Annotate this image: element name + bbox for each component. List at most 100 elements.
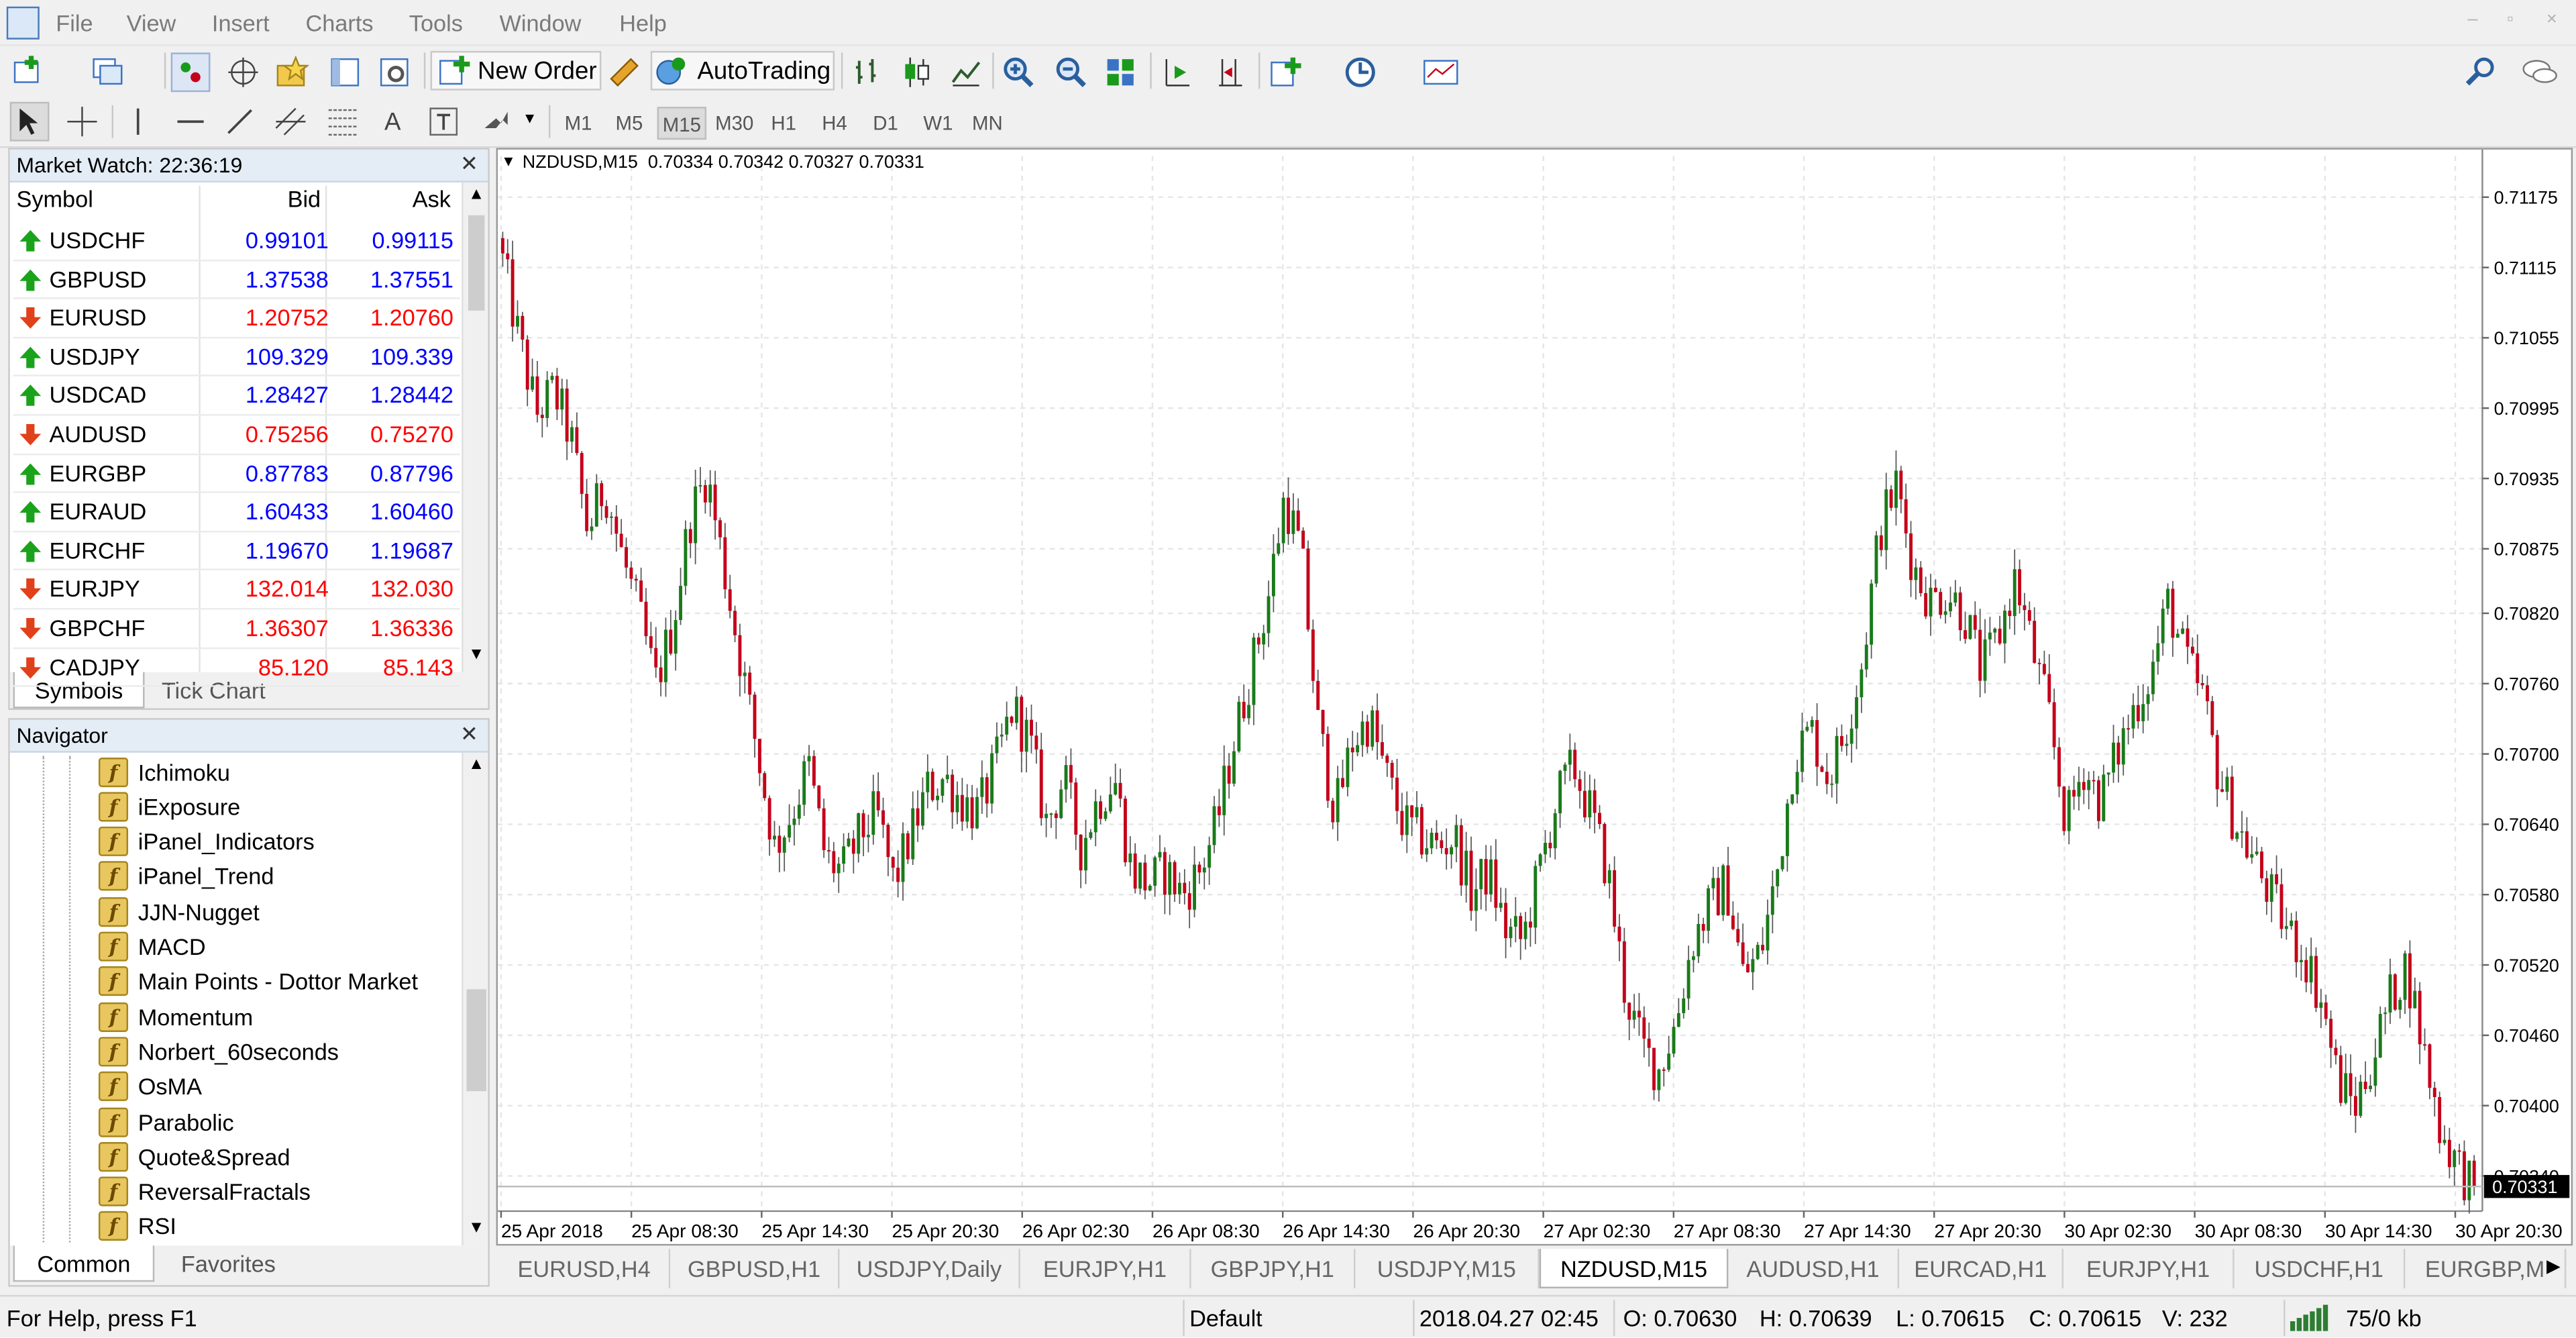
chart-tab[interactable]: USDCHF,H1: [2235, 1249, 2406, 1289]
equidistant-channel-icon[interactable]: [270, 102, 313, 142]
navigator-indicator-item[interactable]: f OsMA: [98, 1070, 202, 1104]
zoom-out-icon[interactable]: [1051, 52, 1091, 92]
close-icon[interactable]: ×: [2546, 10, 2557, 30]
price-chart[interactable]: 0.71175 0.71115 0.71055 0.70995 0.70935 0.708…: [498, 149, 2571, 1244]
navigator-indicator-item[interactable]: f Quote&Spread: [98, 1139, 290, 1174]
cursor-icon[interactable]: [9, 101, 50, 142]
app-icon[interactable]: [6, 6, 40, 40]
indicators-icon[interactable]: [1265, 52, 1305, 92]
navigator-indicator-item[interactable]: f Norbert_60seconds: [98, 1034, 339, 1068]
market-watch-close-icon[interactable]: ✕: [460, 151, 478, 177]
navigator-indicator-item[interactable]: f iPanel_Trend: [98, 860, 274, 894]
new-order-button[interactable]: New Order: [430, 50, 602, 91]
market-watch-icon[interactable]: [170, 52, 211, 93]
market-watch-row[interactable]: CADJPY 85.120 85.143: [13, 648, 460, 688]
menu-view[interactable]: View: [127, 10, 176, 36]
search-icon[interactable]: [2461, 52, 2501, 92]
restore-icon[interactable]: ▫: [2507, 10, 2514, 30]
market-watch-row[interactable]: GBPUSD 1.37538 1.37551: [13, 260, 460, 300]
market-watch-row[interactable]: EURJPY 132.014 132.030: [13, 571, 460, 610]
navigator-indicator-item[interactable]: f iExposure: [98, 789, 240, 823]
profiles-icon[interactable]: [89, 52, 125, 89]
menu-insert[interactable]: Insert: [212, 10, 270, 36]
chart-tab[interactable]: EURCAD,H1: [1899, 1249, 2063, 1289]
timeframe-m1[interactable]: M1: [555, 107, 602, 140]
timeframe-w1[interactable]: W1: [915, 107, 961, 140]
line-chart-icon[interactable]: [947, 52, 986, 92]
auto-scroll-icon[interactable]: [1157, 52, 1196, 92]
fibonacci-icon[interactable]: [322, 102, 365, 142]
market-watch-row[interactable]: USDCHF 0.99101 0.99115: [13, 222, 460, 261]
timeframe-m30[interactable]: M30: [710, 107, 759, 140]
periods-icon[interactable]: [1340, 52, 1380, 92]
market-watch-row[interactable]: EURUSD 1.20752 1.20760: [13, 299, 460, 338]
nav-scroll-down-icon[interactable]: ▼: [468, 1219, 484, 1237]
chart-tab[interactable]: NZDUSD,M15: [1539, 1249, 1729, 1289]
new-chart-icon[interactable]: [10, 52, 46, 89]
nav-scroll-thumb[interactable]: [466, 989, 486, 1092]
navigator-indicator-item[interactable]: f MACD: [98, 929, 206, 964]
market-watch-row[interactable]: USDCAD 1.28427 1.28442: [13, 377, 460, 416]
chart-tab[interactable]: EURJPY,H1: [2063, 1249, 2235, 1289]
bar-chart-icon[interactable]: [848, 52, 888, 92]
nav-scroll-up-icon[interactable]: ▲: [468, 756, 484, 774]
navigator-indicator-item[interactable]: f Ichimoku: [98, 754, 230, 788]
col-symbol[interactable]: Symbol: [16, 186, 93, 212]
chart-shift-icon[interactable]: [1209, 52, 1248, 92]
col-bid[interactable]: Bid: [288, 186, 321, 212]
data-window-icon[interactable]: [223, 52, 263, 92]
market-watch-row[interactable]: GBPCHF 1.36307 1.36336: [13, 610, 460, 649]
chart-tab[interactable]: USDJPY,M15: [1355, 1249, 1540, 1289]
tile-windows-icon[interactable]: [1101, 52, 1140, 92]
horizontal-line-icon[interactable]: [171, 102, 211, 142]
chart-window[interactable]: 0.71175 0.71115 0.71055 0.70995 0.70935 0.708…: [496, 148, 2573, 1246]
timeframe-d1[interactable]: D1: [863, 107, 909, 140]
chart-tab[interactable]: USDJPY,Daily: [839, 1249, 1020, 1289]
trendline-icon[interactable]: [220, 102, 260, 142]
navigator-scrollbar[interactable]: ▲ ▼: [462, 752, 488, 1246]
timeframe-mn[interactable]: MN: [965, 107, 1011, 140]
templates-icon[interactable]: [1419, 52, 1462, 92]
navigator-indicator-item[interactable]: f RSI: [98, 1209, 176, 1243]
market-watch-row[interactable]: EURGBP 0.87783 0.87796: [13, 454, 460, 494]
chart-tab[interactable]: EURUSD,H4: [499, 1249, 671, 1289]
tab-favorites[interactable]: Favorites: [158, 1245, 299, 1282]
scroll-thumb[interactable]: [468, 215, 485, 311]
timeframe-h4[interactable]: H4: [812, 107, 858, 140]
col-ask[interactable]: Ask: [413, 186, 451, 212]
arrows-icon[interactable]: [476, 102, 516, 142]
timeframe-h1[interactable]: H1: [761, 107, 807, 140]
navigator-indicator-item[interactable]: f iPanel_Indicators: [98, 824, 315, 858]
menu-window[interactable]: Window: [499, 10, 581, 36]
tab-common[interactable]: Common: [13, 1245, 155, 1282]
text-icon[interactable]: A: [374, 102, 411, 142]
strategy-tester-icon[interactable]: [374, 52, 414, 92]
timeframe-m15[interactable]: M15: [657, 107, 707, 140]
chart-tab[interactable]: GBPJPY,H1: [1191, 1249, 1356, 1289]
arrows-dropdown-icon[interactable]: ▼: [523, 110, 537, 126]
navigator-indicator-item[interactable]: f JJN-Nugget: [98, 894, 260, 929]
menu-help[interactable]: Help: [619, 10, 667, 36]
market-watch-scrollbar[interactable]: ▲ ▼: [462, 182, 488, 672]
minimize-icon[interactable]: –: [2467, 10, 2477, 30]
market-watch-row[interactable]: EURAUD 1.60433 1.60460: [13, 493, 460, 532]
zoom-in-icon[interactable]: [999, 52, 1038, 92]
navigator-close-icon[interactable]: ✕: [460, 721, 478, 748]
navigator-icon[interactable]: [273, 52, 313, 92]
chart-tab[interactable]: AUDUSD,H1: [1728, 1249, 1900, 1289]
timeframe-m5[interactable]: M5: [606, 107, 653, 140]
menu-charts[interactable]: Charts: [306, 10, 374, 36]
candlestick-chart-icon[interactable]: [897, 52, 936, 92]
market-watch-row[interactable]: AUDUSD 0.75256 0.75270: [13, 416, 460, 455]
chat-icon[interactable]: [2517, 52, 2563, 92]
scroll-up-icon[interactable]: ▲: [468, 186, 484, 204]
navigator-indicator-item[interactable]: f Main Points - Dottor Market: [98, 964, 418, 998]
metaeditor-icon[interactable]: [604, 52, 644, 92]
menu-tools[interactable]: Tools: [409, 10, 463, 36]
text-label-icon[interactable]: [424, 102, 464, 142]
navigator-indicator-item[interactable]: f ReversalFractals: [98, 1174, 311, 1208]
navigator-indicator-item[interactable]: f Momentum: [98, 999, 253, 1033]
chart-tab[interactable]: GBPUSD,H1: [670, 1249, 840, 1289]
terminal-icon[interactable]: [325, 52, 365, 92]
chart-tab[interactable]: EURJPY,H1: [1020, 1249, 1191, 1289]
